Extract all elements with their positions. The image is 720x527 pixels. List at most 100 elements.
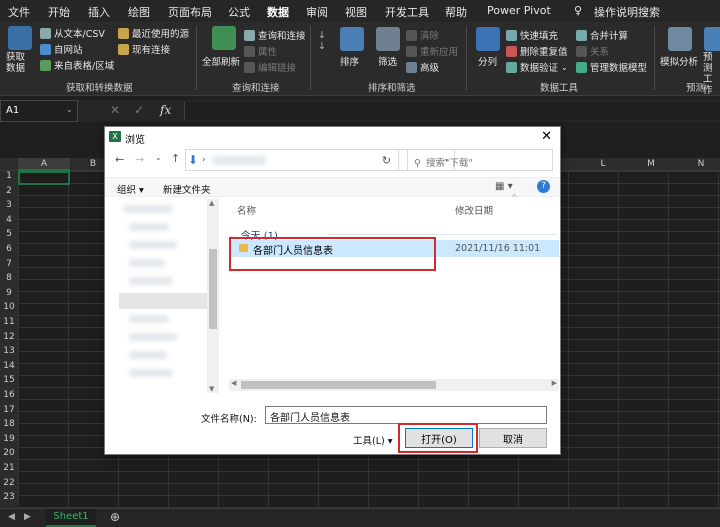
queries-connections-button[interactable]: 查询和连接 (244, 28, 306, 42)
tab-home[interactable]: 开始 (48, 4, 70, 20)
row-header[interactable]: 22 (0, 478, 18, 488)
column-header[interactable]: L (580, 159, 626, 169)
function-icon[interactable]: fx (160, 103, 171, 117)
tab-page-layout[interactable]: 页面布局 (168, 4, 212, 20)
group-sort-filter: 排序和筛选 (368, 83, 416, 94)
filename-input[interactable]: 各部门人员信息表 (265, 406, 547, 424)
active-cell[interactable] (18, 171, 70, 185)
column-modified-header[interactable]: 修改日期 (455, 203, 493, 217)
organize-button[interactable]: 组织 ▾ (117, 182, 144, 196)
file-list[interactable]: 名称 修改日期 ^ ⌄ 今天 (1) 各部门人员信息表 2021/11/16 1… (229, 193, 559, 379)
row-header[interactable]: 9 (0, 288, 18, 298)
connections-icon (118, 43, 129, 55)
tab-view[interactable]: 视图 (345, 4, 367, 20)
existing-connections-button[interactable]: 现有连接 (118, 42, 170, 56)
data-validation-button[interactable]: 数据验证 ⌄ (506, 60, 568, 74)
properties-button[interactable]: 属性 (244, 44, 277, 58)
from-web-button[interactable]: 自网站 (40, 42, 83, 56)
consolidate-button[interactable]: 合并计算 (576, 28, 628, 42)
add-sheet-icon[interactable]: ⊕ (110, 510, 120, 524)
row-header[interactable]: 3 (0, 200, 18, 210)
row-header[interactable]: 23 (0, 492, 18, 502)
get-data-button[interactable]: 获取数据 (6, 52, 34, 74)
what-if-button[interactable]: 模拟分析 (660, 54, 698, 68)
row-header[interactable]: 14 (0, 361, 18, 371)
up-icon[interactable]: ↑ (171, 152, 180, 165)
formula-input[interactable] (184, 102, 720, 120)
nav-scrollbar[interactable]: ▲ ▼ (207, 199, 219, 393)
row-header[interactable]: 19 (0, 434, 18, 444)
search-input[interactable]: ⚲ 搜索"下载" (407, 149, 553, 171)
scroll-right-icon[interactable]: ▶ (24, 512, 31, 522)
edit-links-button[interactable]: 编辑链接 (244, 60, 296, 74)
tab-help[interactable]: 帮助 (445, 4, 467, 20)
chevron-down-icon[interactable]: ⌄ (66, 105, 73, 114)
row-header[interactable]: 10 (0, 302, 18, 312)
row-header[interactable]: 15 (0, 375, 18, 385)
row-header[interactable]: 4 (0, 215, 18, 225)
help-icon[interactable]: ? (537, 180, 550, 193)
scroll-left-icon[interactable]: ◀ (8, 512, 15, 522)
path-chevron-icon: › (202, 155, 206, 165)
row-header[interactable]: 20 (0, 448, 18, 458)
tab-review[interactable]: 审阅 (306, 4, 328, 20)
filter-button[interactable]: 筛选 (378, 54, 397, 68)
tab-file[interactable]: 文件 (8, 4, 30, 20)
recent-icon (118, 27, 129, 39)
download-icon: ⬇ (188, 153, 199, 167)
sort-button[interactable]: 排序 (340, 54, 359, 68)
refresh-all-button[interactable]: 全部刷新 (202, 54, 240, 68)
clear-button[interactable]: 清除 (406, 28, 439, 42)
cancel-icon[interactable]: ✕ (110, 103, 120, 117)
row-header[interactable]: 18 (0, 419, 18, 429)
reapply-button[interactable]: 重新应用 (406, 44, 458, 58)
forecast-sheet-button[interactable]: 预测 工作 (703, 52, 720, 96)
row-header[interactable]: 8 (0, 273, 18, 283)
hscrollbar[interactable]: ◀ ▶ (229, 379, 559, 391)
from-text-csv-button[interactable]: 从文本/CSV (40, 26, 105, 40)
row-header[interactable]: 1 (0, 171, 18, 181)
forward-icon[interactable]: → (135, 153, 144, 166)
new-folder-button[interactable]: 新建文件夹 (163, 182, 211, 196)
sort-az-icon[interactable]: ↓ ↓ (318, 30, 326, 52)
tab-formulas[interactable]: 公式 (228, 4, 250, 20)
enter-icon[interactable]: ✓ (134, 103, 144, 117)
cancel-button[interactable]: 取消 (479, 428, 547, 448)
column-header[interactable]: A (18, 159, 70, 169)
row-header[interactable]: 11 (0, 317, 18, 327)
view-icon[interactable]: ▦ ▾ (495, 181, 513, 192)
refresh-icon[interactable]: ↻ (375, 149, 399, 171)
remove-duplicates-button[interactable]: 删除重复值 (506, 44, 568, 58)
column-header[interactable]: N (678, 159, 720, 169)
navigation-pane[interactable] (115, 199, 219, 393)
row-header[interactable]: 12 (0, 332, 18, 342)
tab-developer[interactable]: 开发工具 (385, 4, 429, 20)
column-name-header[interactable]: 名称 (237, 203, 256, 217)
tab-power-pivot[interactable]: Power Pivot (487, 4, 551, 17)
row-header[interactable]: 7 (0, 259, 18, 269)
row-header[interactable]: 5 (0, 229, 18, 239)
row-header[interactable]: 16 (0, 390, 18, 400)
tab-draw[interactable]: 绘图 (128, 4, 150, 20)
tab-data[interactable]: 数据 (267, 4, 289, 24)
row-header[interactable]: 6 (0, 244, 18, 254)
row-header[interactable]: 2 (0, 186, 18, 196)
split-button[interactable]: 分列 (478, 54, 497, 68)
tools-menu[interactable]: 工具(L) ▾ (353, 433, 393, 447)
sheet-tab-sheet1[interactable]: Sheet1 (46, 509, 96, 527)
tab-insert[interactable]: 插入 (88, 4, 110, 20)
manage-model-button[interactable]: 管理数据模型 (576, 60, 647, 74)
row-header[interactable]: 13 (0, 346, 18, 356)
back-icon[interactable]: ← (115, 153, 124, 166)
chevron-down-icon[interactable]: ⌄ (155, 153, 162, 162)
tell-me-search[interactable]: 操作说明搜索 (594, 4, 660, 20)
from-table-button[interactable]: 来自表格/区域 (40, 58, 114, 72)
relationships-button[interactable]: 关系 (576, 44, 609, 58)
close-icon[interactable]: ✕ (541, 129, 552, 144)
row-header[interactable]: 17 (0, 405, 18, 415)
advanced-button[interactable]: 高级 (406, 60, 439, 74)
row-header[interactable]: 21 (0, 463, 18, 473)
flash-fill-button[interactable]: 快速填充 (506, 28, 558, 42)
column-header[interactable]: M (626, 159, 676, 169)
recent-sources-button[interactable]: 最近使用的源 (118, 26, 189, 40)
